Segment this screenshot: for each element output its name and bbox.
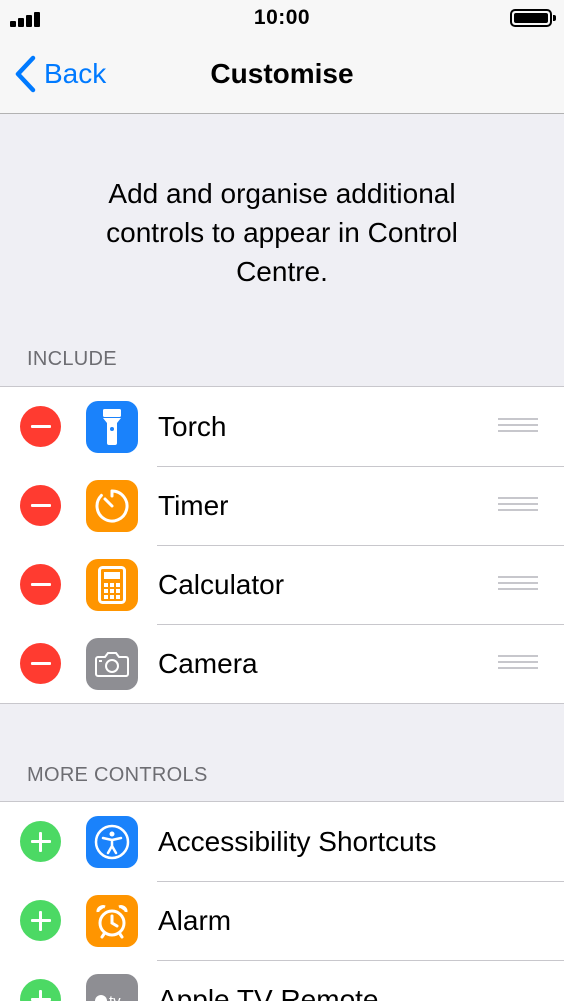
list-item-calculator: Calculator bbox=[0, 545, 564, 624]
list-item-camera: Camera bbox=[0, 624, 564, 703]
list-item-apple-tv-remote: tv Apple TV Remote bbox=[0, 960, 564, 1001]
reorder-handle[interactable] bbox=[498, 418, 538, 436]
list-item-label: Apple TV Remote bbox=[158, 983, 379, 1001]
include-list: Torch Timer Calculator Camera bbox=[0, 386, 564, 704]
add-button[interactable] bbox=[20, 900, 61, 941]
more-controls-list: Accessibility Shortcuts Alarm tv Apple T… bbox=[0, 801, 564, 1001]
list-item-label: Accessibility Shortcuts bbox=[158, 825, 437, 857]
reorder-handle[interactable] bbox=[498, 655, 538, 673]
list-item-label: Calculator bbox=[158, 568, 285, 600]
apple-tv-icon: tv bbox=[86, 974, 138, 1001]
timer-icon bbox=[86, 480, 138, 532]
calculator-icon bbox=[86, 559, 138, 611]
section-header-more-controls: MORE CONTROLS bbox=[27, 764, 208, 786]
page-title: Customise bbox=[210, 58, 354, 89]
remove-button[interactable] bbox=[20, 564, 61, 605]
reorder-handle[interactable] bbox=[498, 576, 538, 594]
list-item-alarm: Alarm bbox=[0, 881, 564, 960]
list-item-label: Alarm bbox=[158, 904, 232, 936]
list-item-label: Torch bbox=[158, 410, 227, 442]
status-bar: 10:00 bbox=[0, 0, 564, 36]
add-button[interactable] bbox=[20, 979, 61, 1001]
list-item-timer: Timer bbox=[0, 466, 564, 545]
remove-button[interactable] bbox=[20, 643, 61, 684]
remove-button[interactable] bbox=[20, 485, 61, 526]
add-button[interactable] bbox=[20, 821, 61, 862]
reorder-handle[interactable] bbox=[498, 497, 538, 515]
list-item-torch: Torch bbox=[0, 387, 564, 466]
list-item-label: Camera bbox=[158, 647, 258, 679]
navigation-bar: Back Customise bbox=[0, 36, 564, 114]
svg-text:tv: tv bbox=[109, 993, 121, 1001]
list-item-accessibility-shortcuts: Accessibility Shortcuts bbox=[0, 802, 564, 881]
battery-icon bbox=[510, 9, 556, 27]
camera-icon bbox=[86, 638, 138, 690]
status-time: 10:00 bbox=[253, 6, 311, 29]
torch-icon bbox=[86, 401, 138, 453]
intro-text: Add and organise additional controls to … bbox=[106, 178, 458, 287]
accessibility-icon bbox=[86, 816, 138, 868]
remove-button[interactable] bbox=[20, 406, 61, 447]
list-item-label: Timer bbox=[158, 489, 229, 521]
alarm-icon bbox=[86, 895, 138, 947]
section-header-include: INCLUDE bbox=[27, 348, 117, 370]
